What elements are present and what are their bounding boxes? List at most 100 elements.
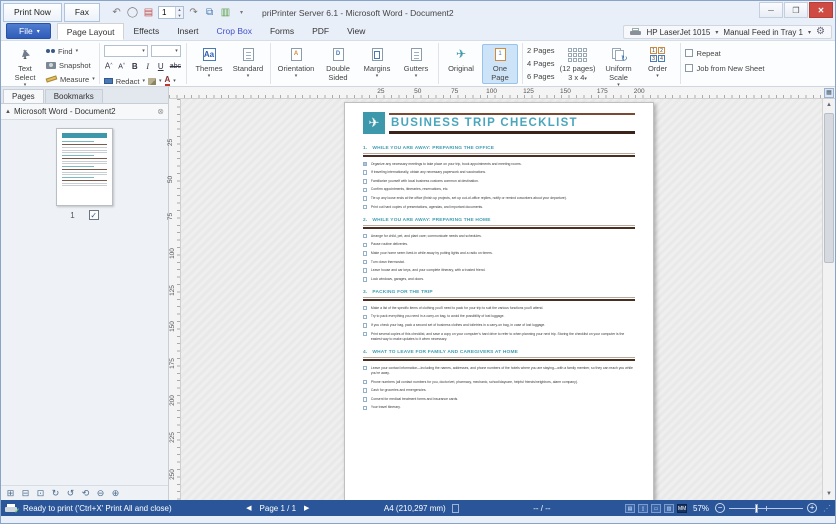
view-fit-width-icon[interactable]: MM xyxy=(677,503,688,513)
pages-panel-toolbar: ⊞ ⊟ ⊡ ↻ ↺ ⟲ ⊖ ⊕ xyxy=(1,485,168,500)
tree-close-icon[interactable]: ⊗ xyxy=(157,107,164,116)
view-multipage-icon[interactable]: ▤ xyxy=(625,503,636,513)
tab-view[interactable]: View xyxy=(338,23,374,40)
tab-page-layout[interactable]: Page Layout xyxy=(56,23,125,40)
minimize-button[interactable]: ─ xyxy=(759,2,783,18)
font-color-button[interactable]: A xyxy=(164,76,171,86)
save-job-icon[interactable]: ⧉ xyxy=(203,6,216,20)
tab-forms[interactable]: Forms xyxy=(261,23,303,40)
tab-pdf[interactable]: PDF xyxy=(303,23,338,40)
goto-page-icon[interactable]: ▤ xyxy=(142,6,155,20)
font-name-combo[interactable]: ▾ xyxy=(103,45,148,57)
tab-insert[interactable]: Insert xyxy=(168,23,207,40)
checklist-item-text: Familiarize yourself with local business… xyxy=(370,178,479,183)
view-facing-pages-icon[interactable]: ▭ xyxy=(651,503,662,513)
fax-button[interactable]: Fax xyxy=(63,3,101,22)
printer-caret-icon[interactable]: ▾ xyxy=(715,29,718,36)
page-enabled-checkbox[interactable]: ✓ xyxy=(88,210,99,220)
highlighter-icon[interactable] xyxy=(147,77,156,85)
uniform-scale-button[interactable]: ↻ Uniform Scale ▾ xyxy=(601,44,637,90)
view-single-page-icon[interactable]: ▯ xyxy=(638,503,649,513)
tab-effects[interactable]: Effects xyxy=(124,23,168,40)
pages-4-button[interactable]: 4 Pages xyxy=(527,57,555,70)
file-menu-button[interactable]: File ▾ xyxy=(6,23,51,39)
insert-before-icon[interactable]: ⊟ xyxy=(19,488,32,499)
zoom-in-icon[interactable]: ⊕ xyxy=(109,488,122,499)
text-select-button[interactable]: I Text Select ▾ xyxy=(7,44,43,90)
zoom-out-button[interactable]: − xyxy=(715,503,726,513)
shrink-font-button[interactable]: A˅ xyxy=(117,61,127,70)
tab-bookmarks[interactable]: Bookmarks xyxy=(44,89,103,103)
tray-caret-icon[interactable]: ▾ xyxy=(808,29,811,36)
multi-pages-button[interactable]: (12 pages) 3 x 4▾ xyxy=(558,44,598,84)
restore-button[interactable]: ❐ xyxy=(784,2,808,18)
checklist-item-text: Organize any necessary meetings to take … xyxy=(370,161,522,166)
prev-page-icon[interactable]: ◀ xyxy=(246,504,251,512)
printer-name-dropdown[interactable]: HP LaserJet 1015 xyxy=(646,28,710,37)
undo-icon[interactable]: ↶ xyxy=(110,6,123,20)
scroll-down-icon[interactable]: ▼ xyxy=(823,488,835,500)
tab-crop-box[interactable]: Crop Box xyxy=(208,23,261,40)
rotate-180-icon[interactable]: ⟲ xyxy=(79,488,92,499)
close-button[interactable]: ✕ xyxy=(809,2,833,18)
rotate-ccw-icon[interactable]: ↺ xyxy=(64,488,77,499)
double-sided-button[interactable]: D Double Sided xyxy=(320,44,356,84)
scrollbar-thumb[interactable] xyxy=(824,113,834,263)
strikethrough-button[interactable]: abc xyxy=(169,63,182,70)
zoom-slider-thumb[interactable] xyxy=(754,503,758,513)
zoom-slider[interactable] xyxy=(729,503,804,513)
measure-button[interactable]: Measure ▾ xyxy=(45,72,95,86)
next-page-icon[interactable]: ▶ xyxy=(304,504,309,512)
tree-expander-icon[interactable]: ▲ xyxy=(5,109,11,115)
grow-font-button[interactable]: A˄ xyxy=(104,61,114,71)
document-page[interactable]: ✈ BUSINESS TRIP CHECKLIST 1. WHILE YOU AR… xyxy=(344,102,654,500)
rotate-cw-icon[interactable]: ↻ xyxy=(49,488,62,499)
gutters-button[interactable]: Gutters ▾ xyxy=(398,44,434,81)
tray-dropdown[interactable]: Manual Feed in Tray 1 xyxy=(723,28,803,37)
pages-6-button[interactable]: 6 Pages xyxy=(527,70,555,83)
repeat-checkbox-icon xyxy=(684,49,693,57)
document-tree-item[interactable]: ▲ Microsoft Word - Document2 ⊗ xyxy=(1,104,168,120)
underline-button[interactable]: U xyxy=(156,62,166,71)
repeat-checkbox[interactable]: Repeat xyxy=(684,47,765,59)
preview-canvas[interactable]: ✈ BUSINESS TRIP CHECKLIST 1. WHILE YOU AR… xyxy=(181,99,822,500)
qat-customize-icon[interactable]: ▾ xyxy=(235,6,248,20)
print-now-button[interactable]: Print Now xyxy=(3,3,62,22)
scroll-up-icon[interactable]: ▲ xyxy=(823,99,835,111)
standard-button[interactable]: Standard ▾ xyxy=(230,44,266,81)
open-book-icon[interactable]: ▥ xyxy=(219,6,232,20)
tab-pages[interactable]: Pages xyxy=(3,89,44,103)
snapshot-button[interactable]: Snapshot xyxy=(46,58,95,72)
font-size-combo[interactable]: ▾ xyxy=(150,45,181,57)
page-thumbnail[interactable] xyxy=(56,128,113,206)
zoom-in-button[interactable]: + xyxy=(807,503,818,513)
history-icon[interactable]: ◯ xyxy=(126,6,139,20)
paper-size[interactable]: A4 (210,297 mm) xyxy=(384,504,446,513)
pages-2-button[interactable]: 2 Pages xyxy=(527,44,555,57)
page-number-spinner[interactable]: 1 ▲ ▼ xyxy=(158,6,185,19)
view-book-icon[interactable]: ▥ xyxy=(664,503,675,513)
zoom-out-icon[interactable]: ⊖ xyxy=(94,488,107,499)
resize-grip[interactable]: ⋰ xyxy=(823,504,831,513)
printer-settings-gear-icon[interactable]: ⚙ xyxy=(816,27,825,37)
italic-button[interactable]: I xyxy=(143,62,153,71)
themes-button[interactable]: Aa Themes ▾ xyxy=(191,44,227,81)
job-from-new-sheet-checkbox[interactable]: Job from New Sheet xyxy=(684,62,764,74)
orientation-button[interactable]: A Orientation ▾ xyxy=(275,44,317,81)
one-page-button[interactable]: 1 One Page xyxy=(482,44,518,84)
spinner-arrows-icon[interactable]: ▲ ▼ xyxy=(175,7,184,18)
bold-button[interactable]: B xyxy=(130,62,140,71)
page-number-value[interactable]: 1 xyxy=(159,7,175,18)
ruler-options-button[interactable]: ▦ xyxy=(824,88,834,98)
original-button[interactable]: ✈ Original xyxy=(443,44,479,75)
redact-button[interactable]: Redact xyxy=(116,77,140,86)
view-mode-buttons: ▤ ▯ ▭ ▥ MM xyxy=(625,503,688,513)
vertical-scrollbar[interactable]: ▲ ▼ xyxy=(822,99,835,500)
insert-after-icon[interactable]: ⊡ xyxy=(34,488,47,499)
ribbon-group-layoutmode: ✈ Original 1 One Page xyxy=(439,43,523,84)
add-page-icon[interactable]: ⊞ xyxy=(4,488,17,499)
margins-button[interactable]: Margins ▾ xyxy=(359,44,395,81)
find-button[interactable]: Find ▾ xyxy=(46,44,95,58)
order-button[interactable]: 1234 Order ▾ xyxy=(640,44,676,81)
redo-icon[interactable]: ↷ xyxy=(187,6,200,20)
